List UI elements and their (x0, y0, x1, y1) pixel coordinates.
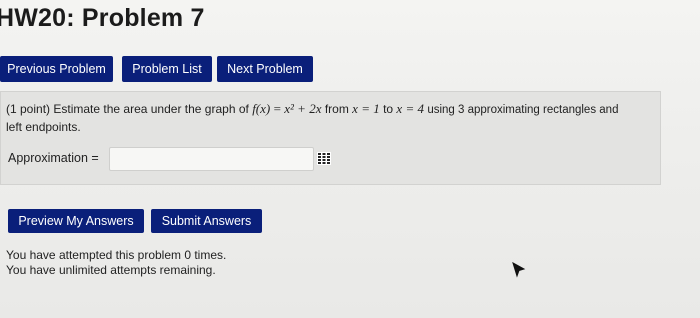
upper-bound: x = 4 (396, 101, 424, 116)
keypad-icon[interactable] (317, 152, 331, 165)
attempt-status: You have attempted this problem 0 times.… (6, 248, 226, 278)
rectangles-text: using 3 approximating rectangles and (427, 104, 619, 116)
problem-statement: (1 point) Estimate the area under the gr… (6, 100, 656, 136)
function-name: f(x) (252, 101, 271, 116)
submit-answers-button[interactable]: Submit Answers (151, 209, 262, 233)
next-problem-button[interactable]: Next Problem (217, 56, 313, 82)
mouse-cursor-icon (512, 261, 526, 278)
problem-intro: Estimate the area under the graph of (53, 102, 249, 116)
previous-problem-button[interactable]: Previous Problem (0, 56, 113, 82)
approximation-label: Approximation = (8, 151, 99, 165)
equals-sign: = (273, 101, 281, 116)
to-word: to (383, 102, 394, 116)
approximation-input[interactable] (109, 147, 314, 171)
function-expression: x² + 2x (284, 101, 322, 116)
preview-answers-button[interactable]: Preview My Answers (8, 209, 144, 233)
attempts-remaining-text: You have unlimited attempts remaining. (6, 263, 216, 277)
problem-list-button[interactable]: Problem List (122, 56, 212, 82)
endpoints-text: left endpoints. (6, 120, 81, 134)
lower-bound: x = 1 (352, 101, 380, 116)
answer-row: Approximation = (8, 147, 348, 171)
page-title: HW20: Problem 7 (0, 4, 205, 32)
attempts-made-text: You have attempted this problem 0 times. (6, 248, 227, 262)
page: HW20: Problem 7 Previous Problem Problem… (0, 0, 700, 318)
from-word: from (324, 102, 349, 116)
problem-points: (1 point) (6, 102, 51, 116)
problem-panel: (1 point) Estimate the area under the gr… (0, 91, 661, 185)
problem-nav: Previous Problem Problem List Next Probl… (0, 56, 700, 82)
